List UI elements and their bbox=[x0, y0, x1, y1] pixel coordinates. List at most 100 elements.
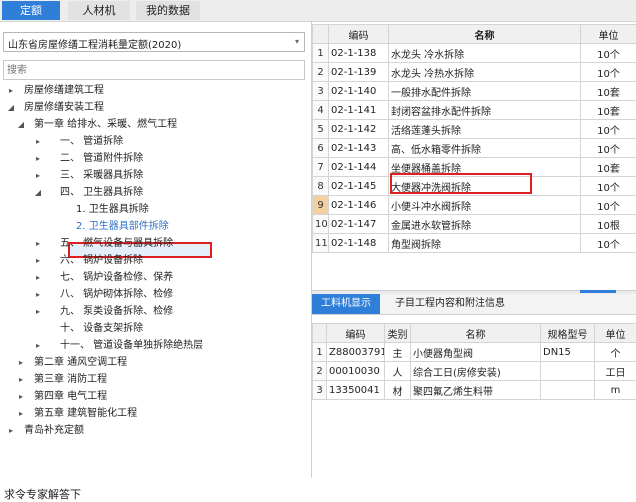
tab-resources[interactable]: 人材机 bbox=[68, 1, 130, 20]
quota-library-select[interactable]: 山东省房屋修缮工程消耗量定额(2020) ▾ bbox=[3, 32, 305, 52]
search-input[interactable] bbox=[7, 62, 297, 78]
cell-unit[interactable]: m bbox=[595, 381, 636, 400]
cell-name[interactable]: 小便器角型阀 bbox=[411, 343, 541, 362]
collapse-icon[interactable]: ◢ bbox=[33, 184, 43, 201]
column-header-spec[interactable]: 规格型号 bbox=[541, 324, 595, 343]
expand-icon[interactable]: ▸ bbox=[33, 167, 43, 184]
table-row[interactable]: 1002-1-147金属进水软管拆除10根 bbox=[313, 215, 636, 234]
tree-node-label: 七、 锅炉设备检修、保养 bbox=[60, 269, 173, 286]
cell-unit[interactable]: 10个 bbox=[581, 177, 636, 196]
table-row[interactable]: 313350041材聚四氟乙烯生料带m bbox=[313, 381, 636, 400]
cell-code[interactable]: 02-1-142 bbox=[329, 120, 389, 139]
expand-icon[interactable]: ▸ bbox=[33, 286, 43, 303]
cell-unit[interactable]: 10个 bbox=[581, 120, 636, 139]
column-header-name[interactable]: 名称 bbox=[411, 324, 541, 343]
expand-icon[interactable]: ▸ bbox=[6, 82, 16, 99]
cell-unit[interactable]: 10个 bbox=[581, 196, 636, 215]
cell-code[interactable]: 02-1-140 bbox=[329, 82, 389, 101]
cell-code[interactable]: 13350041 bbox=[327, 381, 385, 400]
cell-code[interactable]: 02-1-146 bbox=[329, 196, 389, 215]
tab-work-content[interactable]: 子目工程内容和附注信息 bbox=[386, 294, 514, 314]
cell-unit[interactable]: 10套 bbox=[581, 158, 636, 177]
cell-spec[interactable] bbox=[541, 381, 595, 400]
cell-category[interactable]: 主 bbox=[385, 343, 411, 362]
cell-unit[interactable]: 个 bbox=[595, 343, 636, 362]
cell-name[interactable]: 水龙头 冷水拆除 bbox=[389, 44, 581, 63]
column-header-code[interactable]: 编码 bbox=[329, 25, 389, 44]
table-row[interactable]: 202-1-139水龙头 冷热水拆除10个 bbox=[313, 63, 636, 82]
expand-icon[interactable]: ▸ bbox=[33, 235, 43, 252]
column-header-code[interactable]: 编码 bbox=[327, 324, 385, 343]
cell-unit[interactable]: 10个 bbox=[581, 44, 636, 63]
cell-name[interactable]: 活络莲蓬头拆除 bbox=[389, 120, 581, 139]
expand-icon[interactable]: ▸ bbox=[33, 252, 43, 269]
table-row[interactable]: 302-1-140一般排水配件拆除10套 bbox=[313, 82, 636, 101]
cell-spec[interactable]: DN15 bbox=[541, 343, 595, 362]
cell-unit[interactable]: 工日 bbox=[595, 362, 636, 381]
table-row-selected[interactable]: 902-1-146小便斗冲水阀拆除10个 bbox=[313, 196, 636, 215]
expand-icon[interactable]: ▸ bbox=[33, 337, 43, 354]
cell-unit[interactable]: 10个 bbox=[581, 234, 636, 253]
cell-name[interactable]: 金属进水软管拆除 bbox=[389, 215, 581, 234]
cell-name[interactable]: 小便斗冲水阀拆除 bbox=[389, 196, 581, 215]
cell-name[interactable]: 综合工日(房修安装) bbox=[411, 362, 541, 381]
table-header-row: 编码 名称 单位 bbox=[313, 25, 636, 44]
table-row[interactable]: 200010030人综合工日(房修安装)工日 bbox=[313, 362, 636, 381]
cell-unit[interactable]: 10个 bbox=[581, 139, 636, 158]
row-index: 8 bbox=[313, 177, 329, 196]
search-box[interactable] bbox=[3, 60, 305, 80]
table-row[interactable]: 1102-1-148角型阀拆除10个 bbox=[313, 234, 636, 253]
expand-icon[interactable]: ▸ bbox=[16, 405, 26, 422]
column-header-index bbox=[313, 25, 329, 44]
table-row[interactable]: 502-1-142活络莲蓬头拆除10个 bbox=[313, 120, 636, 139]
tree-node-label: 青岛补充定额 bbox=[24, 422, 84, 439]
expand-icon[interactable]: ▸ bbox=[16, 354, 26, 371]
cell-category[interactable]: 人 bbox=[385, 362, 411, 381]
cell-spec[interactable] bbox=[541, 362, 595, 381]
cell-code[interactable]: 02-1-139 bbox=[329, 63, 389, 82]
cell-code[interactable]: 02-1-148 bbox=[329, 234, 389, 253]
expand-icon[interactable]: ▸ bbox=[16, 371, 26, 388]
column-header-category[interactable]: 类别 bbox=[385, 324, 411, 343]
collapse-icon[interactable]: ◢ bbox=[16, 116, 26, 133]
cell-name[interactable]: 一般排水配件拆除 bbox=[389, 82, 581, 101]
cell-code[interactable]: 02-1-138 bbox=[329, 44, 389, 63]
collapse-icon[interactable]: ◢ bbox=[6, 99, 16, 116]
table-row[interactable]: 1Z88003791主小便器角型阀DN15个 bbox=[313, 343, 636, 362]
cell-name[interactable]: 高、低水箱零件拆除 bbox=[389, 139, 581, 158]
cell-name[interactable]: 聚四氟乙烯生料带 bbox=[411, 381, 541, 400]
table-row[interactable]: 402-1-141封闭容盆排水配件拆除10套 bbox=[313, 101, 636, 120]
expand-icon[interactable]: ▸ bbox=[16, 388, 26, 405]
cell-category[interactable]: 材 bbox=[385, 381, 411, 400]
column-header-unit[interactable]: 单位 bbox=[581, 25, 636, 44]
expand-icon[interactable]: ▸ bbox=[33, 303, 43, 320]
cell-code[interactable]: 02-1-143 bbox=[329, 139, 389, 158]
quota-tree-panel: 山东省房屋修缮工程消耗量定额(2020) ▾ ▸ 房屋修缮建筑工程 ◢ 房屋修缮… bbox=[0, 22, 312, 478]
cell-code[interactable]: 02-1-144 bbox=[329, 158, 389, 177]
splitter-handle[interactable] bbox=[580, 290, 616, 293]
cell-code[interactable]: 02-1-141 bbox=[329, 101, 389, 120]
column-header-name[interactable]: 名称 bbox=[389, 25, 581, 44]
expand-icon[interactable]: ▸ bbox=[6, 422, 16, 439]
tab-quota[interactable]: 定额 bbox=[2, 1, 60, 20]
cell-unit[interactable]: 10根 bbox=[581, 215, 636, 234]
expand-icon[interactable]: ▸ bbox=[33, 150, 43, 167]
table-row[interactable]: 102-1-138水龙头 冷水拆除10个 bbox=[313, 44, 636, 63]
expand-icon[interactable]: ▸ bbox=[33, 133, 43, 150]
cell-code[interactable]: 02-1-145 bbox=[329, 177, 389, 196]
cell-unit[interactable]: 10套 bbox=[581, 82, 636, 101]
cell-code[interactable]: 02-1-147 bbox=[329, 215, 389, 234]
tab-resource-display[interactable]: 工料机显示 bbox=[312, 294, 380, 314]
cell-code[interactable]: 00010030 bbox=[327, 362, 385, 381]
cell-name[interactable]: 水龙头 冷热水拆除 bbox=[389, 63, 581, 82]
cell-name[interactable]: 封闭容盆排水配件拆除 bbox=[389, 101, 581, 120]
expand-icon[interactable]: ▸ bbox=[33, 269, 43, 286]
column-header-unit[interactable]: 单位 bbox=[595, 324, 636, 343]
cell-unit[interactable]: 10套 bbox=[581, 101, 636, 120]
cell-code[interactable]: Z88003791 bbox=[327, 343, 385, 362]
cell-unit[interactable]: 10个 bbox=[581, 63, 636, 82]
cell-name[interactable]: 角型阀拆除 bbox=[389, 234, 581, 253]
table-row[interactable]: 602-1-143高、低水箱零件拆除10个 bbox=[313, 139, 636, 158]
tab-my-data[interactable]: 我的数据 bbox=[136, 1, 200, 20]
resource-table: 编码 类别 名称 规格型号 单位 1Z88003791主小便器角型阀DN15个 … bbox=[312, 323, 636, 400]
